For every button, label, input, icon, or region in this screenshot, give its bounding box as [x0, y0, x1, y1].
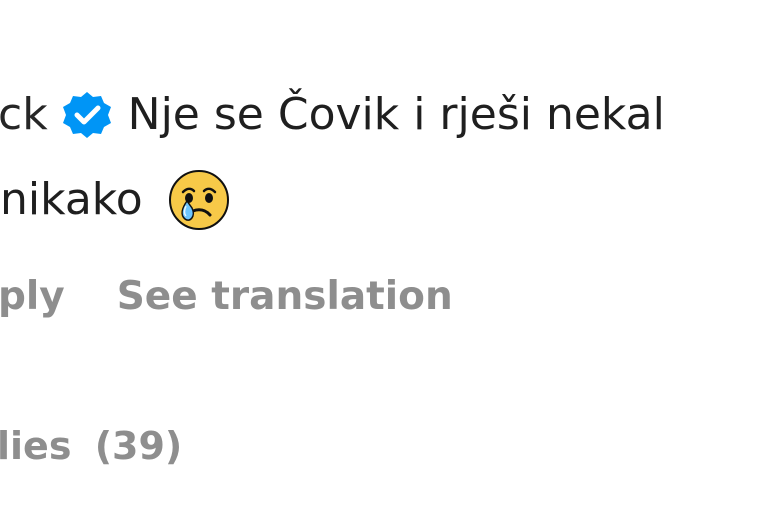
replies-count: (39) — [94, 424, 183, 468]
comment-actions: ply See translation — [0, 274, 453, 319]
comment-viewport: ck Nje se Čovik i rješi nekal nikako ply… — [0, 0, 765, 510]
comment-username[interactable]: ck — [0, 93, 48, 137]
crying-face-emoji-icon — [168, 170, 229, 230]
view-replies-label: lies — [0, 424, 72, 468]
see-translation-link[interactable]: See translation — [117, 274, 453, 319]
comment-text-line-1: Nje se Čovik i rješi nekal — [127, 89, 665, 140]
reply-link[interactable]: ply — [0, 274, 65, 319]
comment-first-line: ck Nje se Čovik i rješi nekal — [0, 90, 665, 140]
comment-second-line: nikako — [0, 168, 231, 232]
comment-text-line-2: nikako — [0, 174, 143, 225]
verified-badge-icon — [62, 92, 111, 138]
view-replies-link[interactable]: lies (39) — [0, 424, 182, 468]
